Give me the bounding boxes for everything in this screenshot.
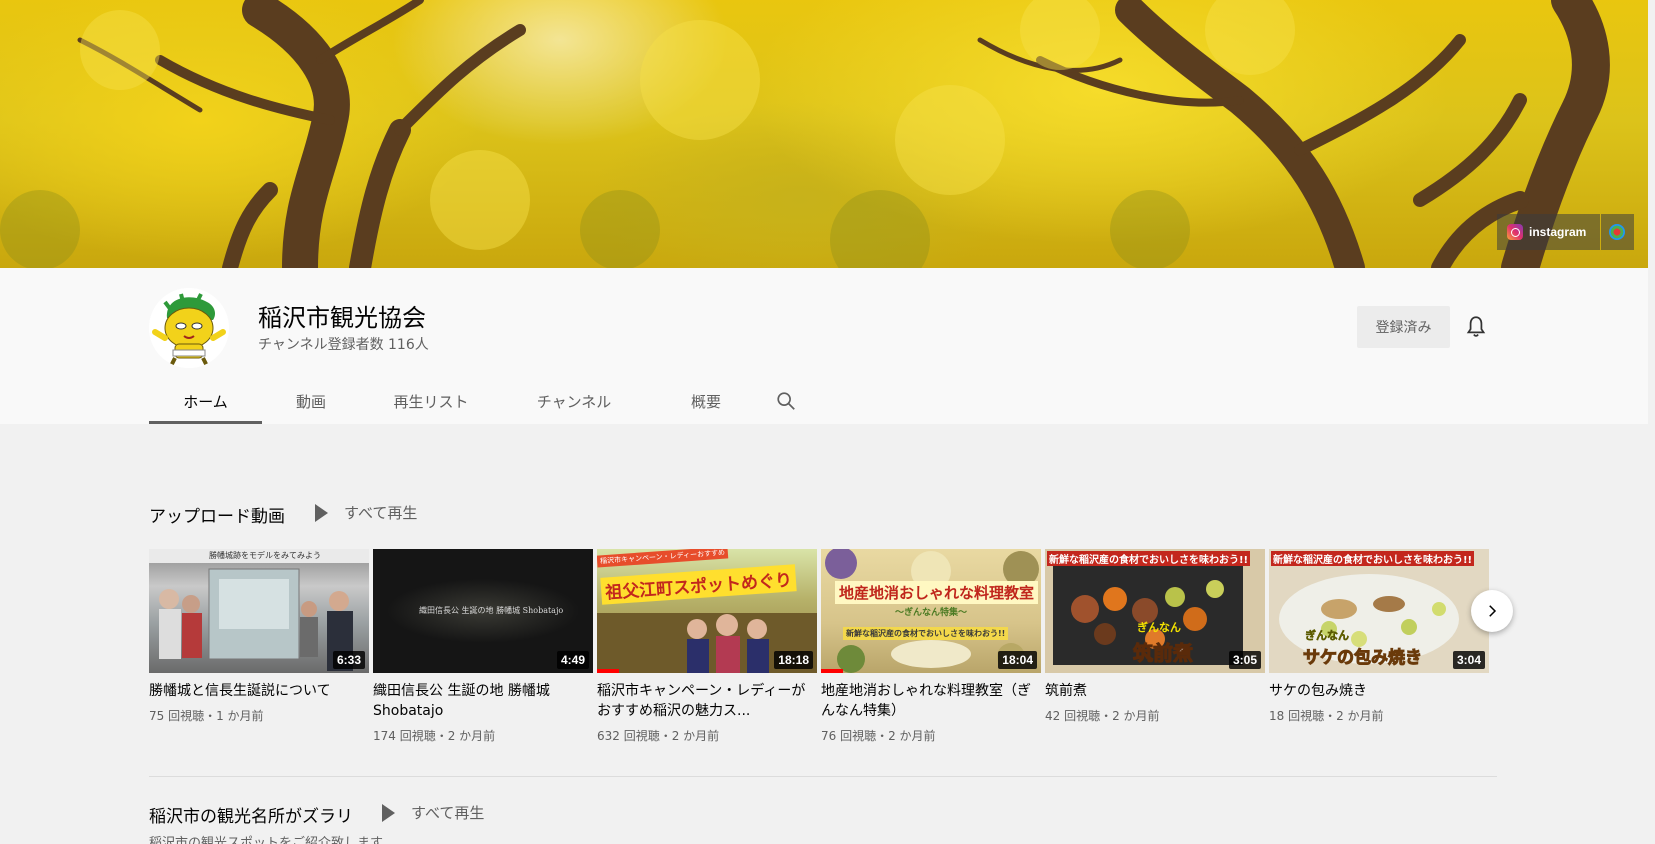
- play-all-label: すべて再生: [344, 504, 418, 522]
- thumbnail-tag: ぎんなん: [1137, 621, 1181, 634]
- video-thumbnail[interactable]: 新鮮な稲沢産の食材でおいしさを味わおう!! ぎんなん サケの包み焼き 3:04: [1269, 549, 1489, 673]
- channel-header: 稲沢市観光協会 チャンネル登録者数 116人 登録済み ホーム 動画 再生リスト…: [0, 268, 1648, 424]
- uploads-play-all-button[interactable]: すべて再生: [315, 502, 417, 523]
- video-card[interactable]: 祖父江町スポットめぐり 稲沢市キャンペーン・レディーおすすめ 18:18 稲沢市…: [597, 549, 817, 744]
- video-thumbnail[interactable]: 織田信長公 生誕の地 勝幡城 Shobatajo 4:49: [373, 549, 593, 673]
- external-link[interactable]: [1601, 214, 1634, 250]
- instagram-link-label: instagram: [1529, 225, 1587, 239]
- instagram-link[interactable]: instagram: [1497, 214, 1600, 250]
- video-card[interactable]: 織田信長公 生誕の地 勝幡城 Shobatajo 4:49 織田信長公 生誕の地…: [373, 549, 593, 744]
- video-card[interactable]: 新鮮な稲沢産の食材でおいしさを味わおう!! ぎんなん 筑前煮 3:05 筑前煮 …: [1045, 549, 1265, 724]
- tab-videos[interactable]: 動画: [262, 378, 360, 424]
- thumbnail-band: 新鮮な稲沢産の食材でおいしさを味わおう!!: [1047, 551, 1251, 566]
- watch-progress-bar: [821, 669, 843, 673]
- video-duration: 3:04: [1452, 651, 1485, 669]
- thumbnail-caption: 勝幡城跡をモデルをみてみよう: [209, 551, 321, 560]
- play-icon: [315, 503, 328, 522]
- video-duration: 18:04: [998, 651, 1037, 669]
- video-card[interactable]: 勝幡城跡をモデルをみてみよう 6:33 勝幡城と信長生誕説について 75 回視聴…: [149, 549, 369, 724]
- video-meta: 18 回視聴・2 か月前: [1269, 709, 1384, 723]
- instagram-icon: [1507, 224, 1523, 240]
- watch-progress-bar: [597, 669, 619, 673]
- thumbnail-caption: 織田信長公 生誕の地 勝幡城 Shobatajo: [419, 606, 564, 615]
- channel-search-button[interactable]: [766, 378, 806, 424]
- tab-playlists-label: 再生リスト: [393, 392, 469, 411]
- chevron-right-icon: [1489, 605, 1497, 617]
- video-meta: 76 回視聴・2 か月前: [821, 729, 936, 743]
- video-meta: 42 回視聴・2 か月前: [1045, 709, 1160, 723]
- tab-about-label: 概要: [690, 392, 721, 411]
- thumbnail-caption: サケの包み焼き: [1303, 648, 1423, 669]
- channel-avatar[interactable]: [149, 288, 229, 368]
- tab-home-label: ホーム: [183, 392, 228, 411]
- play-icon: [382, 803, 395, 822]
- subscriber-count: チャンネル登録者数 116人: [258, 337, 429, 353]
- video-title[interactable]: 勝幡城と信長生誕説について: [149, 681, 369, 701]
- video-duration: 3:05: [1228, 651, 1261, 669]
- tab-home[interactable]: ホーム: [149, 378, 262, 424]
- search-icon: [777, 392, 795, 410]
- carousel-next-button[interactable]: [1471, 590, 1513, 632]
- thumbnail-band: 新鮮な稲沢産の食材でおいしさを味わおう!!: [843, 627, 1009, 640]
- banner-ginkgo-trees: [0, 0, 1610, 268]
- tab-videos-label: 動画: [295, 392, 326, 411]
- playlist-play-all-button[interactable]: すべて再生: [382, 802, 484, 823]
- mascot-avatar-image: [149, 288, 229, 368]
- playlist-description: 稲沢市の観光スポットをご紹介致します: [149, 836, 384, 844]
- tab-about[interactable]: 概要: [646, 378, 766, 424]
- video-meta: 75 回視聴・1 か月前: [149, 709, 264, 723]
- video-meta: 174 回視聴・2 か月前: [373, 729, 496, 743]
- video-thumbnail[interactable]: 新鮮な稲沢産の食材でおいしさを味わおう!! ぎんなん 筑前煮 3:05: [1045, 549, 1265, 673]
- thumbnail-caption: 筑前煮: [1133, 641, 1194, 666]
- thumbnail-subcaption: 〜ぎんなん特集〜: [895, 608, 968, 618]
- video-title[interactable]: 筑前煮: [1045, 681, 1265, 701]
- channel-name: 稲沢市観光協会: [258, 304, 426, 332]
- video-thumbnail[interactable]: 地産地消おしゃれな料理教室 〜ぎんなん特集〜 新鮮な稲沢産の食材でおいしさを味わ…: [821, 549, 1041, 673]
- video-duration: 6:33: [332, 651, 365, 669]
- video-title[interactable]: 稲沢市キャンペーン・レディーがおすすめ稲沢の魅力ス...: [597, 681, 817, 721]
- subscribed-button[interactable]: 登録済み: [1357, 306, 1450, 348]
- thumbnail-tag: ぎんなん: [1305, 629, 1350, 643]
- uploads-section-title: アップロード動画: [149, 507, 285, 527]
- video-title[interactable]: 地産地消おしゃれな料理教室（ぎんなん特集）: [821, 681, 1041, 721]
- tab-channels[interactable]: チャンネル: [502, 378, 646, 424]
- video-thumbnail[interactable]: 祖父江町スポットめぐり 稲沢市キャンペーン・レディーおすすめ 18:18: [597, 549, 817, 673]
- playlist-section-title[interactable]: 稲沢市の観光名所がズラリ: [149, 802, 353, 827]
- video-thumbnail[interactable]: 勝幡城跡をモデルをみてみよう 6:33: [149, 549, 369, 673]
- video-duration: 4:49: [556, 651, 589, 669]
- thumbnail-caption: 地産地消おしゃれな料理教室: [835, 581, 1039, 604]
- video-card[interactable]: 地産地消おしゃれな料理教室 〜ぎんなん特集〜 新鮮な稲沢産の食材でおいしさを味わ…: [821, 549, 1041, 744]
- bell-icon[interactable]: [1463, 314, 1489, 340]
- video-meta: 632 回視聴・2 か月前: [597, 729, 720, 743]
- thumbnail-band: 新鮮な稲沢産の食材でおいしさを味わおう!!: [1271, 551, 1475, 566]
- tab-channels-label: チャンネル: [536, 392, 612, 411]
- play-all-label: すべて再生: [411, 804, 485, 822]
- scrollbar-track[interactable]: [1648, 0, 1655, 844]
- channel-tabs: ホーム 動画 再生リスト チャンネル 概要: [149, 378, 806, 424]
- video-title[interactable]: サケの包み焼き: [1269, 681, 1489, 701]
- external-link-icon: [1609, 224, 1625, 240]
- video-duration: 18:18: [774, 651, 813, 669]
- section-divider: [149, 776, 1497, 777]
- channel-banner: instagram: [0, 0, 1648, 268]
- video-card[interactable]: 新鮮な稲沢産の食材でおいしさを味わおう!! ぎんなん サケの包み焼き 3:04 …: [1269, 549, 1489, 724]
- video-title[interactable]: 織田信長公 生誕の地 勝幡城 Shobatajo: [373, 681, 593, 721]
- tab-playlists[interactable]: 再生リスト: [360, 378, 502, 424]
